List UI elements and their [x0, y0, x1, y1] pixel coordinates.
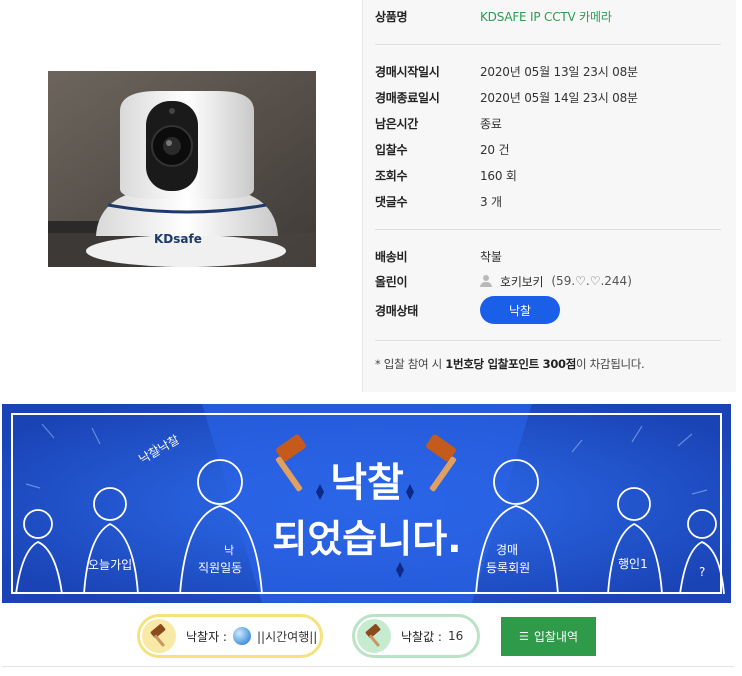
seller-row: 올린이 호키보키 (59.♡.♡.244) — [375, 271, 632, 291]
price-label: 낙찰값 : — [401, 629, 442, 644]
product-name-value: KDSAFE IP CCTV 카메라 — [480, 9, 612, 24]
comment-count-row: 댓글수 3 개 — [375, 191, 502, 211]
globe-icon — [232, 627, 251, 645]
info-divider — [375, 340, 721, 341]
price-value: 16 — [447, 629, 464, 643]
winning-banner: 낙찰 되었습니다. 오늘가입 낙찰낙찰 낙 직원일동 경매 등록회원 행인1 ? — [2, 404, 731, 603]
bid-count-label: 입찰수 — [375, 142, 408, 157]
start-time-value: 2020년 05월 13일 23시 08분 — [480, 64, 638, 79]
banner-headline-2: 되었습니다. — [272, 517, 461, 561]
figure-label: 낙 — [224, 544, 234, 557]
comment-count-value: 3 개 — [480, 194, 502, 209]
bid-history-label: 입찰내역 — [533, 630, 579, 644]
figure-label: 오늘가입 — [88, 558, 132, 572]
product-name-row: 상품명 KDSAFE IP CCTV 카메라 — [375, 6, 612, 26]
start-time-label: 경매시작일시 — [375, 64, 440, 79]
cctv-camera-image: KDsafe — [48, 71, 316, 267]
figure-label: ? — [699, 565, 705, 579]
view-count-row: 조회수 160 회 — [375, 165, 517, 185]
remaining-time-row: 남은시간 종료 — [375, 113, 502, 133]
seller-label: 올린이 — [375, 274, 408, 289]
end-time-value: 2020년 05월 14일 23시 08분 — [480, 90, 638, 105]
product-info-panel: 상품명 KDSAFE IP CCTV 카메라 경매시작일시 2020년 05월 … — [362, 0, 736, 392]
bid-count-value: 20 건 — [480, 142, 510, 157]
camera-logo: KDsafe — [154, 232, 202, 246]
end-time-label: 경매종료일시 — [375, 90, 440, 105]
shipping-label: 배송비 — [375, 249, 408, 264]
comment-count-label: 댓글수 — [375, 194, 408, 209]
info-divider — [375, 229, 721, 230]
gavel-icon — [357, 619, 391, 653]
seller-ip: (59.♡.♡.244) — [551, 274, 632, 288]
figure-label: 직원일동 — [198, 561, 242, 575]
result-bar: 낙찰자 : ||시간여행|| 낙찰값 : 16 ☰ 입찰내역 — [0, 612, 742, 662]
bid-count-row: 입찰수 20 건 — [375, 139, 510, 159]
winner-pill: 낙찰자 : ||시간여행|| — [137, 614, 323, 658]
auction-status-badge: 낙찰 — [480, 296, 560, 324]
product-name-label: 상품명 — [375, 9, 408, 24]
view-count-value: 160 회 — [480, 168, 517, 183]
product-photo: KDsafe — [48, 71, 316, 267]
user-icon — [480, 275, 492, 287]
product-photo-panel: KDsafe — [0, 0, 362, 392]
figure-label: 행인1 — [618, 556, 648, 571]
notice-bold: 1번호당 입찰포인트 300점 — [445, 357, 577, 371]
start-time-row: 경매시작일시 2020년 05월 13일 23시 08분 — [375, 61, 638, 81]
status-label: 경매상태 — [375, 303, 418, 318]
info-divider — [375, 44, 721, 45]
end-time-row: 경매종료일시 2020년 05월 14일 23시 08분 — [375, 87, 638, 107]
remaining-time-value: 종료 — [480, 116, 502, 131]
banner-headline-1: 낙찰 — [330, 460, 404, 506]
figure-label: 등록회원 — [486, 561, 530, 575]
page-divider — [2, 666, 734, 667]
winner-label: 낙찰자 : — [186, 629, 227, 644]
shipping-value: 착불 — [480, 249, 502, 264]
seller-name[interactable]: 호키보키 — [500, 273, 544, 290]
notice-suffix: 이 차감됩니다. — [576, 357, 645, 371]
figure-label: 경매 — [496, 543, 518, 557]
price-pill: 낙찰값 : 16 — [352, 614, 480, 658]
notice-prefix: * 입찰 참여 시 — [375, 357, 446, 371]
remaining-time-label: 남은시간 — [375, 116, 418, 131]
status-row: 경매상태 낙찰 — [375, 296, 560, 324]
banner-illustration: 낙찰 되었습니다. 오늘가입 낙찰낙찰 낙 직원일동 경매 등록회원 행인1 ? — [2, 404, 731, 603]
bid-history-button[interactable]: ☰ 입찰내역 — [501, 617, 596, 656]
gavel-icon — [142, 619, 176, 653]
bid-notice: * 입찰 참여 시 1번호당 입찰포인트 300점이 차감됩니다. — [375, 356, 645, 372]
shipping-row: 배송비 착불 — [375, 246, 502, 266]
view-count-label: 조회수 — [375, 168, 408, 183]
winner-name[interactable]: ||시간여행|| — [257, 628, 317, 645]
list-icon: ☰ — [518, 630, 529, 643]
